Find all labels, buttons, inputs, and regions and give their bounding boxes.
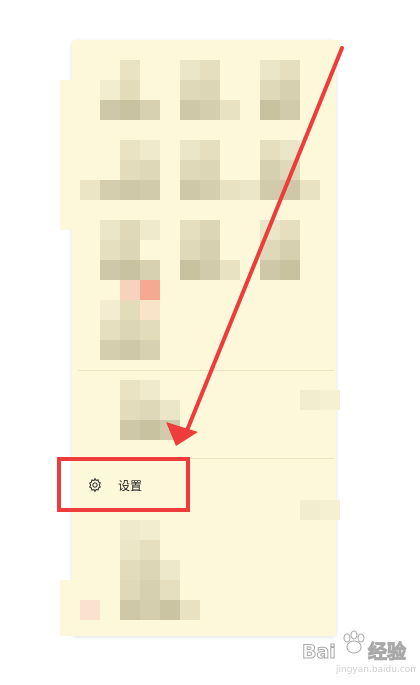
baidu-watermark: Bai 经验 jingyan.baidu.com — [302, 630, 416, 675]
watermark-brand: Bai — [302, 641, 336, 663]
watermark-brand-cn: 经验 — [368, 640, 407, 663]
watermark-url: jingyan.baidu.com — [335, 665, 416, 675]
paw-logo-icon — [343, 630, 365, 654]
pointer-arrow — [166, 46, 344, 446]
